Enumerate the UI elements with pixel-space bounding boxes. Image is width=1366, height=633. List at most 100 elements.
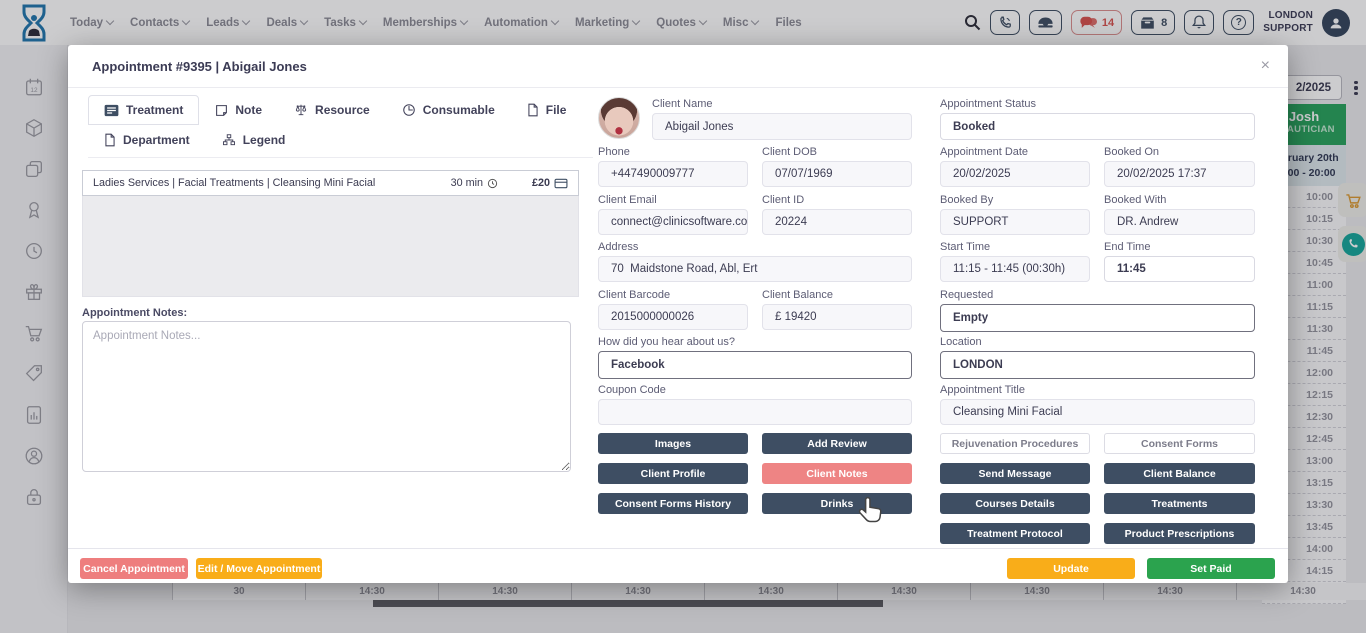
treatment-duration: 30 min — [451, 177, 498, 189]
add-review-button[interactable]: Add Review — [762, 433, 912, 454]
appt-title-field: Appointment Title Cleansing Mini Facial — [940, 384, 1255, 425]
tab-resource[interactable]: Resource — [278, 95, 386, 125]
balance-label: Client Balance — [762, 289, 912, 301]
location-label: Location — [940, 336, 1255, 348]
client-notes-button[interactable]: Client Notes — [762, 463, 912, 484]
location-select[interactable]: LONDON — [940, 351, 1255, 379]
coupon-label: Coupon Code — [598, 384, 912, 396]
courses-details-button[interactable]: Courses Details — [940, 493, 1090, 514]
edit-move-appointment-button[interactable]: Edit / Move Appointment — [196, 558, 322, 579]
tab-consumable[interactable]: Consumable — [386, 95, 511, 125]
client-profile-button[interactable]: Client Profile — [598, 463, 748, 484]
tab-legend[interactable]: Legend — [206, 125, 302, 155]
clock-icon — [487, 178, 498, 189]
booked-on-field: Booked On 20/02/2025 17:37 — [1104, 146, 1255, 187]
booked-with-label: Booked With — [1104, 194, 1255, 206]
phone-field: Phone +447490009777 — [598, 146, 748, 187]
phone-label: Phone — [598, 146, 748, 158]
referral-select[interactable]: Facebook — [598, 351, 912, 379]
coupon-input[interactable] — [598, 399, 912, 425]
start-time-field: Start Time 11:15 - 11:45 (00:30h) — [940, 241, 1090, 282]
status-label: Appointment Status — [940, 98, 1255, 110]
referral-field: How did you hear about us? Facebook — [598, 336, 912, 379]
treatment-list: Ladies Services | Facial Treatments | Cl… — [82, 170, 579, 297]
booked-with-field: Booked With DR. Andrew — [1104, 194, 1255, 235]
client-name-field: Client Name Abigail Jones — [652, 98, 912, 140]
treatment-price: £20 — [532, 177, 568, 189]
barcode-field: Client Barcode 2015000000026 — [598, 289, 748, 330]
email-field: Client Email connect@clinicsoftware.com — [598, 194, 748, 235]
modal-header: Appointment #9395 | Abigail Jones × — [68, 45, 1288, 88]
dob-input[interactable]: 07/07/1969 — [762, 161, 912, 187]
tab-file[interactable]: File — [511, 95, 583, 125]
email-label: Client Email — [598, 194, 748, 206]
address-field: Address 70 Maidstone Road, Abl, Ert — [598, 241, 912, 282]
consent-forms-history-button[interactable]: Consent Forms History — [598, 493, 748, 514]
scale-icon — [294, 103, 308, 117]
modal-tabs: Treatment Note Resource Consumable File … — [88, 95, 593, 158]
treatment-list-empty-area — [82, 196, 579, 297]
client-balance-button[interactable]: Client Balance — [1104, 463, 1255, 484]
end-time-field: End Time 11:45 — [1104, 241, 1255, 282]
location-field: Location LONDON — [940, 336, 1255, 379]
phone-input[interactable]: +447490009777 — [598, 161, 748, 187]
status-field: Appointment Status Booked — [940, 98, 1255, 140]
status-select[interactable]: Booked — [940, 113, 1255, 140]
appt-title-input[interactable]: Cleansing Mini Facial — [940, 399, 1255, 425]
booked-on-input[interactable]: 20/02/2025 17:37 — [1104, 161, 1255, 187]
barcode-input[interactable]: 2015000000026 — [598, 304, 748, 330]
send-message-button[interactable]: Send Message — [940, 463, 1090, 484]
consent-forms-button[interactable]: Consent Forms — [1104, 433, 1255, 454]
barcode-label: Client Barcode — [598, 289, 748, 301]
booked-with-input[interactable]: DR. Andrew — [1104, 209, 1255, 235]
client-id-field: Client ID 20224 — [762, 194, 912, 235]
start-time-input[interactable]: 11:15 - 11:45 (00:30h) — [940, 256, 1090, 282]
update-button[interactable]: Update — [1007, 558, 1135, 579]
address-input[interactable]: 70 Maidstone Road, Abl, Ert — [598, 256, 912, 282]
end-time-input[interactable]: 11:45 — [1104, 256, 1255, 282]
tab-note[interactable]: Note — [199, 95, 278, 125]
booked-by-label: Booked By — [940, 194, 1090, 206]
images-button[interactable]: Images — [598, 433, 748, 454]
tab-department[interactable]: Department — [88, 125, 206, 155]
dob-label: Client DOB — [762, 146, 912, 158]
requested-field: Requested Empty — [940, 289, 1255, 332]
product-prescriptions-button[interactable]: Product Prescriptions — [1104, 523, 1255, 544]
file-icon — [527, 103, 539, 117]
pie-clock-icon — [402, 103, 416, 117]
appt-date-field: Appointment Date 20/02/2025 — [940, 146, 1090, 187]
booked-by-field: Booked By SUPPORT — [940, 194, 1090, 235]
balance-input[interactable]: £ 19420 — [762, 304, 912, 330]
booked-by-input[interactable]: SUPPORT — [940, 209, 1090, 235]
appt-date-label: Appointment Date — [940, 146, 1090, 158]
treatments-button[interactable]: Treatments — [1104, 493, 1255, 514]
close-icon[interactable]: × — [1261, 58, 1270, 74]
appointment-modal: Appointment #9395 | Abigail Jones × Trea… — [68, 45, 1288, 583]
sitemap-icon — [222, 133, 236, 147]
treatment-protocol-button[interactable]: Treatment Protocol — [940, 523, 1090, 544]
end-time-label: End Time — [1104, 241, 1255, 253]
client-name-input[interactable]: Abigail Jones — [652, 113, 912, 140]
address-label: Address — [598, 241, 912, 253]
email-input[interactable]: connect@clinicsoftware.com — [598, 209, 748, 235]
tab-treatment[interactable]: Treatment — [88, 95, 199, 125]
treatment-row[interactable]: Ladies Services | Facial Treatments | Cl… — [82, 170, 579, 196]
client-id-input[interactable]: 20224 — [762, 209, 912, 235]
set-paid-button[interactable]: Set Paid — [1147, 558, 1275, 579]
rejuvenation-procedures-button[interactable]: Rejuvenation Procedures — [940, 433, 1090, 454]
client-avatar[interactable] — [598, 97, 640, 139]
cancel-appointment-button[interactable]: Cancel Appointment — [80, 558, 188, 579]
start-time-label: Start Time — [940, 241, 1090, 253]
requested-label: Requested — [940, 289, 1255, 301]
drinks-button[interactable]: Drinks — [762, 493, 912, 514]
balance-field: Client Balance £ 19420 — [762, 289, 912, 330]
appt-date-input[interactable]: 20/02/2025 — [940, 161, 1090, 187]
treatment-icon — [104, 104, 119, 117]
requested-select[interactable]: Empty — [940, 304, 1255, 332]
appointment-notes-textarea[interactable] — [82, 321, 571, 472]
treatment-name: Ladies Services | Facial Treatments | Cl… — [93, 177, 451, 189]
card-icon — [554, 178, 568, 189]
document-icon — [104, 133, 116, 147]
booked-on-label: Booked On — [1104, 146, 1255, 158]
modal-footer: Cancel Appointment Edit / Move Appointme… — [68, 548, 1288, 583]
